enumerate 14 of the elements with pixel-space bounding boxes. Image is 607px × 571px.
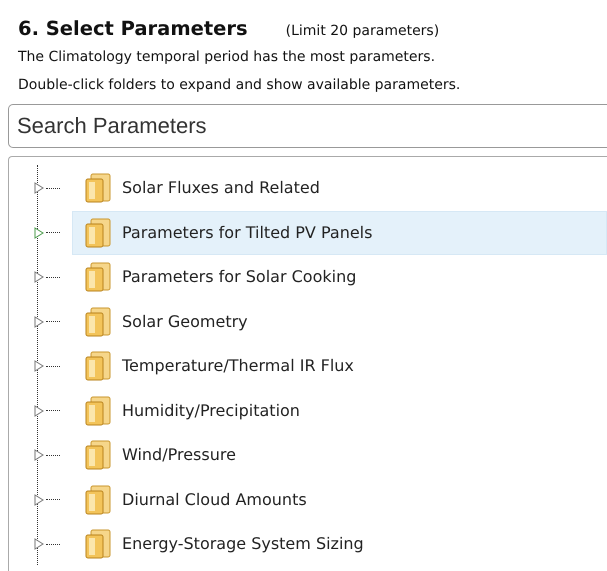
tree-item[interactable]: Parameters for Solar Cooking — [72, 255, 607, 300]
tree-item[interactable]: Diurnal Cloud Amounts — [72, 478, 607, 522]
instruction-text: The Climatology temporal period has the most parameters. — [17, 48, 436, 67]
tree-item[interactable]: Wind/Pressure — [72, 433, 607, 478]
search-field[interactable]: Search Parameters — [8, 104, 607, 148]
section-title: 6. Select Parameters — [18, 17, 248, 40]
tree-item[interactable]: Solar Geometry — [72, 300, 607, 344]
tree-item[interactable]: Humidity/Precipitation — [72, 388, 607, 433]
instruction-text: Double-click folders to expand and show available parameters. — [17, 76, 462, 95]
limit-note: (Limit 20 parameters) — [286, 22, 440, 41]
tree-item[interactable]: Solar Fluxes and Related — [72, 166, 607, 210]
tree-item[interactable]: Temperature/Thermal IR Flux — [72, 344, 607, 388]
tree-item[interactable]: Parameters for Tilted PV Panels — [72, 210, 607, 255]
tree-item[interactable]: Energy-Storage System Sizing — [72, 522, 607, 566]
